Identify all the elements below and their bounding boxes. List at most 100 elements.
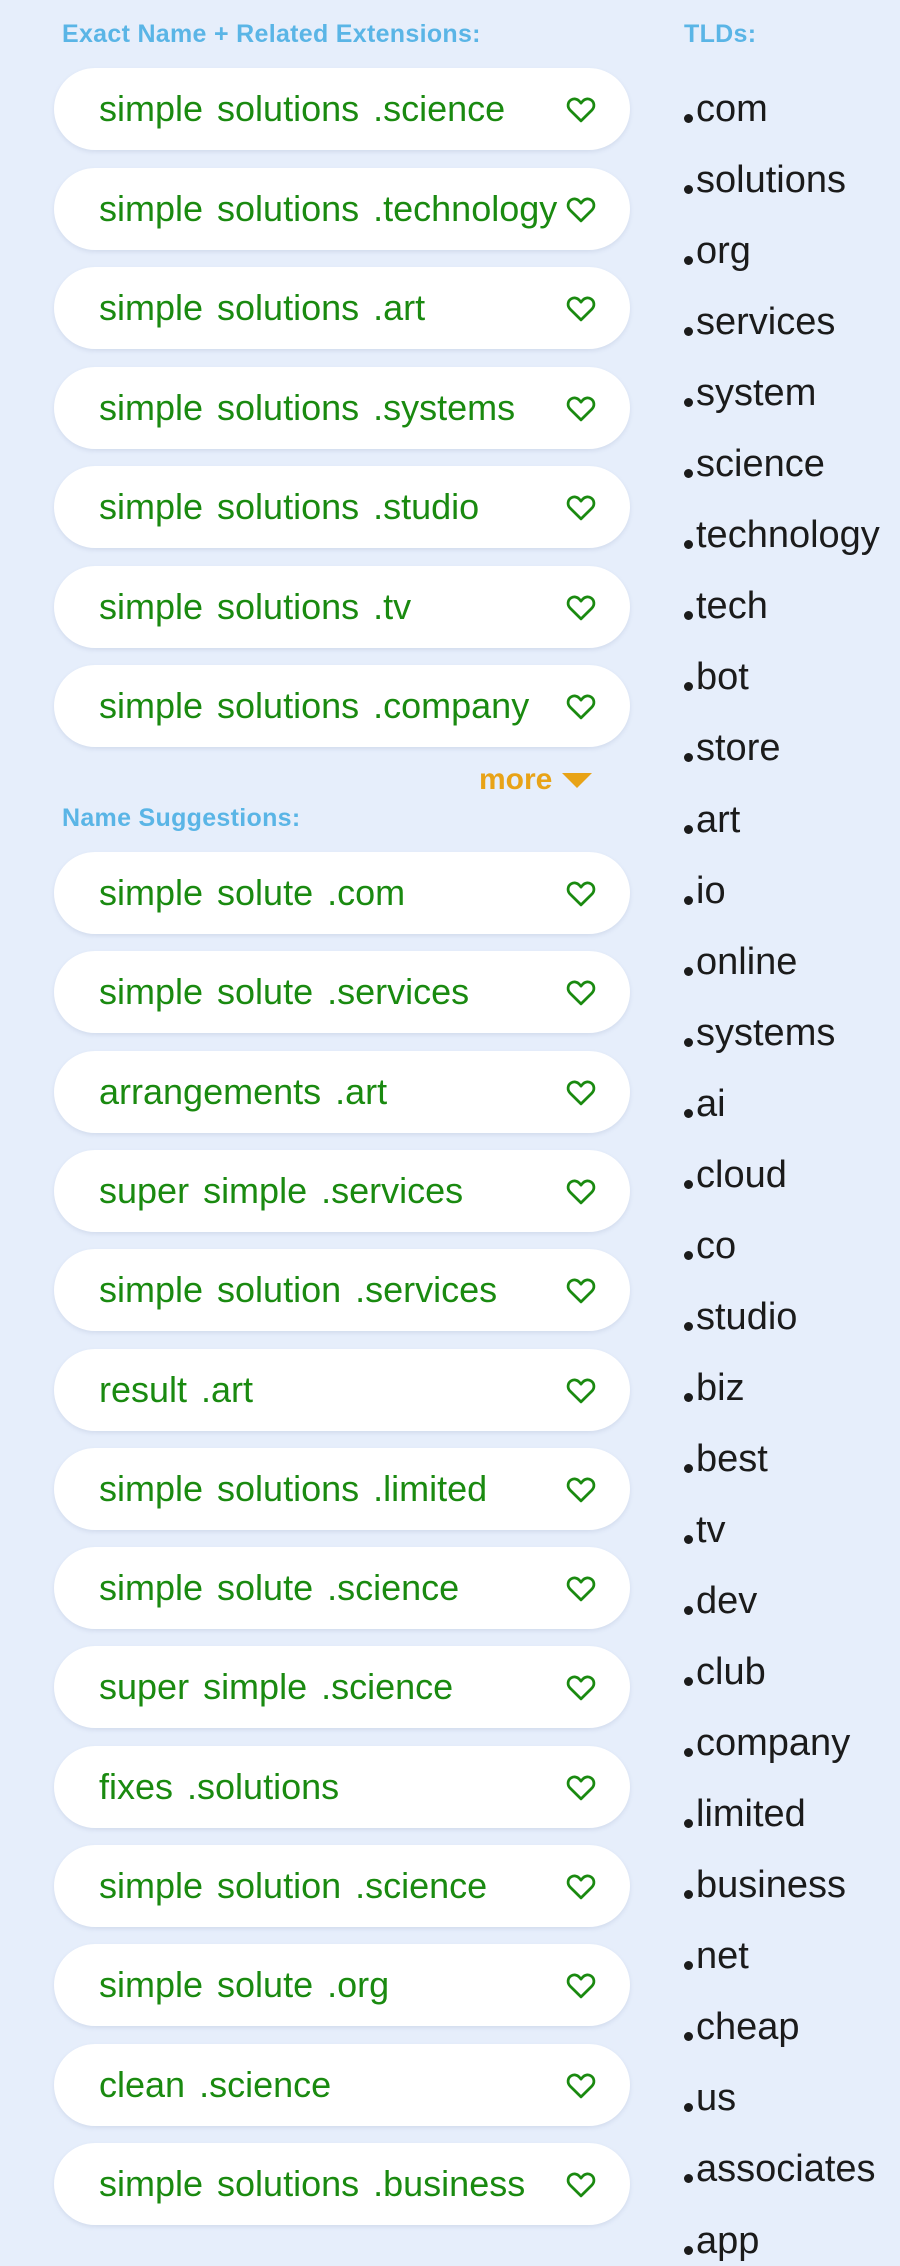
domain-pill[interactable]: simple solutions .systems <box>54 366 630 449</box>
heart-outline-icon[interactable] <box>566 1574 596 1602</box>
tld-label: org <box>696 230 751 273</box>
tld-item[interactable]: tv <box>684 1505 726 1555</box>
tld-item[interactable]: app <box>684 2216 759 2266</box>
tld-item[interactable]: net <box>684 1931 749 1981</box>
heart-outline-icon[interactable] <box>566 879 596 907</box>
tld-item[interactable]: ai <box>684 1079 726 1129</box>
tld-item[interactable]: company <box>684 1718 850 1768</box>
tld-label: app <box>696 2219 760 2262</box>
domain-pill[interactable]: simple solutions .tv <box>54 565 630 648</box>
more-button[interactable]: more <box>479 760 593 800</box>
tld-label: associates <box>696 2148 876 2191</box>
tld-item[interactable]: systems <box>684 1008 835 1058</box>
heart-outline-icon[interactable] <box>566 1971 596 1999</box>
heart-outline-icon[interactable] <box>566 2071 596 2099</box>
tld-item[interactable]: io <box>684 866 726 916</box>
tld-item[interactable]: science <box>684 439 825 489</box>
tld-item[interactable]: business <box>684 1860 846 1910</box>
heart-outline-icon[interactable] <box>566 95 596 123</box>
heart-outline-icon[interactable] <box>566 1276 596 1304</box>
tld-item[interactable]: services <box>684 297 835 347</box>
domain-part: fixes <box>99 1765 174 1807</box>
tld-item[interactable]: associates <box>684 2144 876 2194</box>
tld-item[interactable]: store <box>684 723 780 773</box>
domain-pill[interactable]: clean .science <box>54 2043 630 2126</box>
dot-icon <box>684 1890 693 1900</box>
dot-icon <box>684 469 693 479</box>
domain-part: simple <box>99 187 204 229</box>
domain-pill[interactable]: result .art <box>54 1348 630 1431</box>
tld-item[interactable]: tech <box>684 581 768 631</box>
tld-item[interactable]: solutions <box>684 155 846 205</box>
tld-item[interactable]: cloud <box>684 1150 787 1200</box>
domain-tld: .services <box>321 1169 464 1211</box>
domain-pill[interactable]: simple solute .com <box>54 852 630 934</box>
domain-pill[interactable]: fixes .solutions <box>54 1745 630 1828</box>
domain-part: simple <box>99 1964 204 2006</box>
domain-pill[interactable]: super simple .science <box>54 1646 630 1729</box>
tld-item[interactable]: co <box>684 1221 736 1271</box>
heart-outline-icon[interactable] <box>566 2170 596 2198</box>
tld-label: company <box>696 1722 851 1765</box>
domain-pill[interactable]: simple solute .org <box>54 1944 630 2027</box>
dot-icon <box>684 1179 693 1189</box>
domain-part: solutions <box>217 585 360 627</box>
domain-name: result .art <box>99 1349 560 1431</box>
tld-item[interactable]: best <box>684 1434 768 1484</box>
domain-pill[interactable]: simple solutions .technology <box>54 167 630 250</box>
domain-pill[interactable]: simple solutions .studio <box>54 466 630 548</box>
heart-outline-icon[interactable] <box>566 978 596 1006</box>
tld-item[interactable]: art <box>684 795 740 845</box>
heart-outline-icon[interactable] <box>566 1475 596 1503</box>
tld-item[interactable]: technology <box>684 510 880 560</box>
tld-item[interactable]: dev <box>684 1576 757 1626</box>
tld-item[interactable]: cheap <box>684 2002 800 2052</box>
domain-name: simple solutions .business <box>99 2143 560 2225</box>
domain-pill[interactable]: simple solutions .science <box>54 68 630 150</box>
tld-item[interactable]: studio <box>684 1292 797 1342</box>
domain-part: super <box>99 1666 190 1708</box>
domain-tld: .technology <box>373 187 558 229</box>
heart-outline-icon[interactable] <box>566 593 596 621</box>
name-suggestions-heading: Name Suggestions: <box>62 804 301 832</box>
heart-outline-icon[interactable] <box>566 1376 596 1404</box>
tld-item[interactable]: club <box>684 1647 766 1697</box>
domain-pill[interactable]: arrangements .art <box>54 1050 630 1133</box>
domain-pill[interactable]: simple solutions .limited <box>54 1447 630 1530</box>
heart-outline-icon[interactable] <box>566 195 596 223</box>
tld-item[interactable]: biz <box>684 1363 745 1413</box>
domain-pill[interactable]: super simple .services <box>54 1149 630 1232</box>
tld-item[interactable]: org <box>684 226 751 276</box>
heart-outline-icon[interactable] <box>566 1078 596 1106</box>
tld-item[interactable]: us <box>684 2073 736 2123</box>
heart-outline-icon[interactable] <box>566 1872 596 1900</box>
domain-part: solutions <box>217 486 360 527</box>
domain-part: simple <box>99 585 204 627</box>
dot-icon <box>684 895 693 905</box>
domain-pill[interactable]: simple solutions .art <box>54 267 630 349</box>
tld-label: us <box>696 2077 737 2120</box>
heart-outline-icon[interactable] <box>566 394 596 422</box>
domain-pill[interactable]: simple solution .services <box>54 1249 630 1332</box>
tld-item[interactable]: limited <box>684 1789 806 1839</box>
domain-name: fixes .solutions <box>99 1746 560 1828</box>
heart-outline-icon[interactable] <box>566 692 596 720</box>
domain-pill[interactable]: simple solute .science <box>54 1547 630 1630</box>
heart-outline-icon[interactable] <box>566 1177 596 1205</box>
tld-item[interactable]: online <box>684 937 797 987</box>
domain-part: simple <box>99 1467 204 1509</box>
heart-outline-icon[interactable] <box>566 1773 596 1801</box>
dot-icon <box>684 2032 693 2042</box>
tld-item[interactable]: system <box>684 368 816 418</box>
heart-outline-icon[interactable] <box>566 493 596 521</box>
domain-part: super <box>99 1169 190 1211</box>
heart-outline-icon[interactable] <box>566 294 596 322</box>
domain-pill[interactable]: simple solutions .business <box>54 2142 630 2225</box>
tlds-heading: TLDs: <box>684 20 757 48</box>
domain-pill[interactable]: simple solute .services <box>54 951 630 1034</box>
tld-item[interactable]: com <box>684 84 768 134</box>
tld-item[interactable]: bot <box>684 652 749 702</box>
domain-pill[interactable]: simple solution .science <box>54 1845 630 1927</box>
domain-pill[interactable]: simple solutions .company <box>54 665 630 747</box>
heart-outline-icon[interactable] <box>566 1673 596 1701</box>
